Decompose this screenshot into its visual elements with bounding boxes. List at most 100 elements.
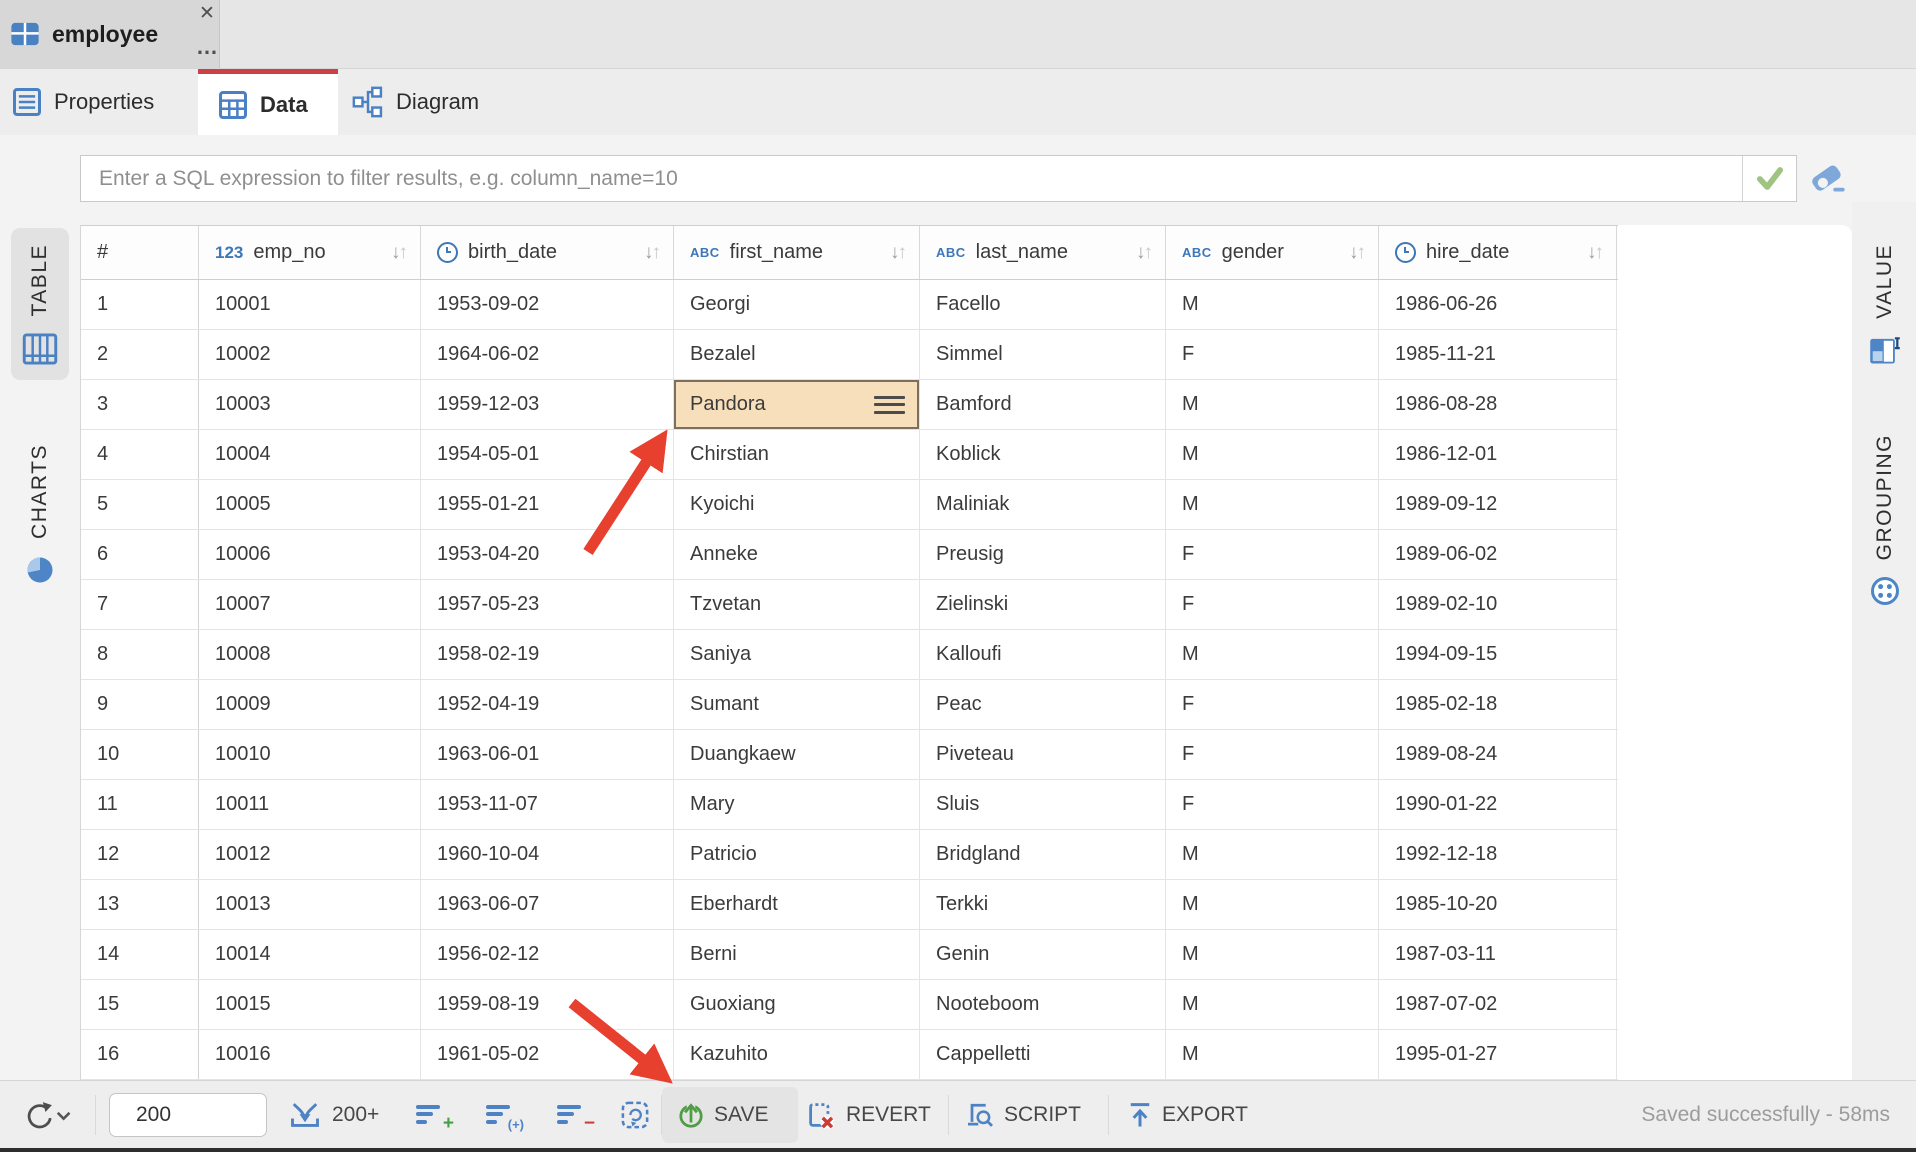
grid-cell[interactable]: 1985-10-20 <box>1379 880 1617 929</box>
row-number[interactable]: 7 <box>81 580 199 629</box>
row-number[interactable]: 3 <box>81 380 199 429</box>
grid-cell[interactable]: Kalloufi <box>920 630 1166 679</box>
grid-cell[interactable]: 1989-08-24 <box>1379 730 1617 779</box>
grid-cell[interactable]: 10013 <box>199 880 421 929</box>
grid-cell[interactable]: M <box>1166 430 1379 479</box>
panel-tab-grouping[interactable]: GROUPING <box>1860 418 1910 620</box>
grid-cell[interactable]: Tzvetan <box>674 580 920 629</box>
grid-cell[interactable]: Saniya <box>674 630 920 679</box>
more-tabs-icon[interactable]: … <box>196 34 218 60</box>
grid-cell[interactable]: 1954-05-01 <box>421 430 674 479</box>
grid-cell[interactable]: Koblick <box>920 430 1166 479</box>
tab-data[interactable]: Data <box>198 69 338 135</box>
sort-icon[interactable]: ↓↑ <box>391 242 408 264</box>
grid-cell[interactable]: M <box>1166 980 1379 1029</box>
sort-icon[interactable]: ↓↑ <box>1349 242 1366 264</box>
grid-cell[interactable]: 1994-09-15 <box>1379 630 1617 679</box>
row-number[interactable]: 1 <box>81 280 199 329</box>
panel-tab-charts[interactable]: CHARTS <box>11 428 69 599</box>
add-row-button[interactable]: + <box>416 1101 456 1131</box>
row-number[interactable]: 8 <box>81 630 199 679</box>
grid-cell[interactable]: 1952-04-19 <box>421 680 674 729</box>
grid-cell[interactable]: 1959-08-19 <box>421 980 674 1029</box>
grid-cell[interactable]: 1987-03-11 <box>1379 930 1617 979</box>
row-number[interactable]: 15 <box>81 980 199 1029</box>
grid-cell[interactable]: Mary <box>674 780 920 829</box>
sort-icon[interactable]: ↓↑ <box>1587 242 1604 264</box>
grid-cell[interactable]: 10010 <box>199 730 421 779</box>
grid-cell[interactable]: 10006 <box>199 530 421 579</box>
grid-cell[interactable]: 1989-06-02 <box>1379 530 1617 579</box>
grid-cell[interactable]: Genin <box>920 930 1166 979</box>
row-number[interactable]: 6 <box>81 530 199 579</box>
grid-cell[interactable]: 10016 <box>199 1030 421 1079</box>
sort-icon[interactable]: ↓↑ <box>644 242 661 264</box>
filter-input[interactable] <box>81 167 1742 191</box>
grid-cell[interactable]: 1964-06-02 <box>421 330 674 379</box>
grid-cell[interactable]: Cappelletti <box>920 1030 1166 1079</box>
grid-cell[interactable]: M <box>1166 280 1379 329</box>
grid-cell[interactable]: Piveteau <box>920 730 1166 779</box>
grid-cell[interactable]: 10001 <box>199 280 421 329</box>
refresh-grid-button[interactable] <box>620 1100 650 1135</box>
column-header-first_name[interactable]: ABCfirst_name↓↑ <box>674 226 920 279</box>
fetch-next-label[interactable]: 200+ <box>332 1081 379 1149</box>
script-icon[interactable] <box>964 1100 996 1135</box>
grid-cell[interactable]: Bamford <box>920 380 1166 429</box>
grid-cell[interactable]: Simmel <box>920 330 1166 379</box>
export-icon[interactable] <box>1126 1100 1154 1135</box>
column-header-emp_no[interactable]: 123emp_no↓↑ <box>199 226 421 279</box>
grid-cell[interactable]: 1986-06-26 <box>1379 280 1617 329</box>
cell-menu-icon[interactable] <box>874 391 905 418</box>
grid-cell[interactable]: Eberhardt <box>674 880 920 929</box>
grid-cell[interactable]: Anneke <box>674 530 920 579</box>
grid-cell[interactable]: F <box>1166 680 1379 729</box>
grid-cell[interactable]: Kyoichi <box>674 480 920 529</box>
grid-cell[interactable]: Maliniak <box>920 480 1166 529</box>
grid-cell[interactable]: M <box>1166 630 1379 679</box>
grid-cell[interactable]: Sluis <box>920 780 1166 829</box>
row-number[interactable]: 12 <box>81 830 199 879</box>
grid-cell[interactable]: Guoxiang <box>674 980 920 1029</box>
grid-cell[interactable]: 10014 <box>199 930 421 979</box>
grid-cell[interactable]: 1995-01-27 <box>1379 1030 1617 1079</box>
row-number[interactable]: 11 <box>81 780 199 829</box>
row-limit-input[interactable] <box>109 1093 267 1137</box>
grid-cell[interactable]: Bezalel <box>674 330 920 379</box>
grid-cell[interactable]: Terkki <box>920 880 1166 929</box>
row-number[interactable]: 5 <box>81 480 199 529</box>
column-header-birth_date[interactable]: birth_date↓↑ <box>421 226 674 279</box>
grid-cell[interactable]: 1953-09-02 <box>421 280 674 329</box>
row-number[interactable]: 16 <box>81 1030 199 1079</box>
fetch-next-icon[interactable] <box>288 1101 322 1136</box>
grid-cell[interactable]: 1985-11-21 <box>1379 330 1617 379</box>
save-button[interactable]: SAVE <box>714 1081 768 1149</box>
row-number[interactable]: 10 <box>81 730 199 779</box>
grid-cell[interactable]: Duangkaew <box>674 730 920 779</box>
grid-cell[interactable]: M <box>1166 830 1379 879</box>
revert-icon[interactable] <box>806 1100 836 1135</box>
save-icon[interactable] <box>676 1100 706 1135</box>
grid-cell[interactable]: M <box>1166 880 1379 929</box>
apply-filter-button[interactable] <box>1742 156 1796 201</box>
duplicate-row-button[interactable]: (+) <box>486 1101 526 1131</box>
grid-cell[interactable]: Kazuhito <box>674 1030 920 1079</box>
grid-cell[interactable]: Peac <box>920 680 1166 729</box>
grid-cell[interactable]: 1986-12-01 <box>1379 430 1617 479</box>
refresh-dropdown-button[interactable] <box>20 1100 72 1137</box>
row-number[interactable]: 4 <box>81 430 199 479</box>
grid-cell[interactable]: M <box>1166 480 1379 529</box>
panel-tab-value[interactable]: VALUE <box>1860 228 1910 379</box>
grid-cell[interactable]: 10003 <box>199 380 421 429</box>
script-button[interactable]: SCRIPT <box>1004 1081 1081 1149</box>
grid-cell[interactable]: 1989-02-10 <box>1379 580 1617 629</box>
selected-grid-cell[interactable]: Pandora <box>674 380 920 429</box>
grid-cell[interactable]: Nooteboom <box>920 980 1166 1029</box>
revert-button[interactable]: REVERT <box>846 1081 931 1149</box>
grid-cell[interactable]: Berni <box>674 930 920 979</box>
row-number[interactable]: 14 <box>81 930 199 979</box>
grid-cell[interactable]: M <box>1166 1030 1379 1079</box>
grid-cell[interactable]: 10009 <box>199 680 421 729</box>
grid-cell[interactable]: 1985-02-18 <box>1379 680 1617 729</box>
grid-cell[interactable]: Sumant <box>674 680 920 729</box>
